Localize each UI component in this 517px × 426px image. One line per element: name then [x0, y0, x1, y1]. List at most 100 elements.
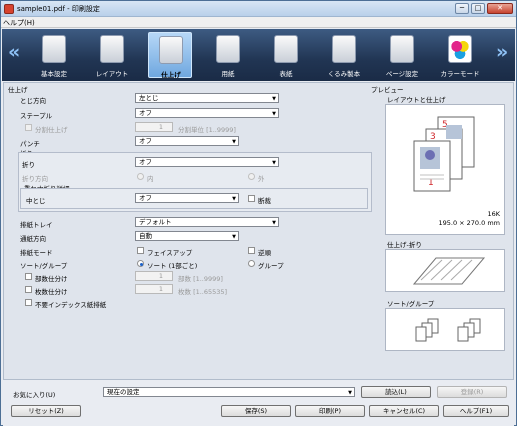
saddle-label: 中とじ: [26, 197, 46, 205]
preview-title: プレビュー: [371, 86, 404, 94]
menu-bar: ヘルプ(H): [1, 17, 516, 28]
faceup-checkbox[interactable]: [137, 247, 144, 254]
chevron-down-icon: ▼: [232, 139, 236, 145]
reverse-order-label: 逆順: [258, 249, 271, 257]
punch-select[interactable]: オフ ▼: [135, 136, 239, 146]
print-button[interactable]: 印刷(P): [295, 405, 365, 417]
register-button[interactable]: 登録(R): [437, 386, 507, 398]
cover-icon: [274, 35, 298, 63]
fold-out-radio[interactable]: [248, 173, 255, 180]
binding-select[interactable]: 左とじ ▼: [135, 93, 279, 103]
layout-preview: 5 3 1 16K 195.0 × 270.0 mm: [385, 104, 505, 235]
tab-page-setup[interactable]: ページ設定: [380, 32, 424, 78]
tab-perfect-binding[interactable]: くるみ製本: [322, 32, 366, 78]
flower-icon: [425, 150, 435, 160]
saddle-select[interactable]: オフ ▼: [135, 193, 239, 203]
fold-in-label: 内: [147, 175, 154, 183]
layout-icon: [100, 35, 124, 63]
feed-direction-label: 通紙方向: [20, 235, 46, 243]
paper-size: 16K: [487, 210, 500, 218]
save-button[interactable]: 保存(S): [221, 405, 291, 417]
sort-option-label: ソート (1部ごと): [147, 262, 198, 270]
chevron-down-icon: ▼: [272, 111, 276, 117]
split-stepper[interactable]: 1: [135, 122, 173, 132]
staple-select[interactable]: オフ ▼: [135, 108, 279, 118]
copies-stepper[interactable]: 1: [135, 271, 173, 281]
index-eject-label: 不要インデックス紙排紙: [35, 301, 107, 309]
tray-label: 排紙トレイ: [20, 221, 53, 229]
sheets-sort-checkbox[interactable]: [25, 286, 32, 293]
help-button[interactable]: ヘルプ(F1): [443, 405, 509, 417]
group-radio[interactable]: [248, 260, 255, 267]
trim-label: 断裁: [258, 197, 271, 205]
maximize-button[interactable]: □: [471, 3, 485, 14]
chevron-down-icon: ▼: [232, 234, 236, 240]
sort-radio[interactable]: [137, 260, 144, 267]
reverse-order-checkbox[interactable]: [248, 247, 255, 254]
pdf-app-icon: [4, 4, 14, 14]
scroll-left-icon[interactable]: «: [8, 41, 20, 63]
favorites-label: お気に入り(U): [13, 391, 56, 399]
output-mode-label: 排紙モード: [20, 249, 53, 257]
fold-in-radio[interactable]: [137, 173, 144, 180]
page-stack-illustration: 5 3 1: [413, 116, 475, 192]
copies-sort-checkbox[interactable]: [25, 273, 32, 280]
binding-label: とじ方向: [20, 97, 46, 105]
preview-layout-label: レイアウトと仕上げ: [387, 96, 446, 104]
scroll-right-icon[interactable]: »: [496, 41, 508, 63]
minimize-button[interactable]: ─: [455, 3, 469, 14]
fold-out-label: 外: [258, 175, 265, 183]
split-checkbox[interactable]: [25, 124, 32, 131]
paper-dimensions: 195.0 × 270.0 mm: [438, 219, 500, 227]
fold-select[interactable]: オフ ▼: [135, 157, 279, 167]
tray-select[interactable]: デフォルト ▼: [135, 217, 279, 227]
punch-label: パンチ: [20, 140, 40, 148]
tab-cover[interactable]: 表紙: [264, 32, 308, 78]
basic-settings-icon: [42, 35, 66, 63]
title-bar: sample01.pdf - 印刷設定 ─ □ ✕: [1, 1, 516, 17]
load-button[interactable]: 読込(L): [361, 386, 431, 398]
fold-preview: [385, 249, 505, 292]
footer: お気に入り(U) 現在の設定 ▼ 読込(L) 登録(R) リセット(Z) 保存(S…: [3, 382, 514, 426]
sheets-stepper[interactable]: 1: [135, 284, 173, 294]
sheets-unit: 枚数 [1..65535]: [178, 288, 228, 296]
color-mode-icon: [448, 35, 472, 63]
copies-sort-label: 部数仕分け: [35, 275, 68, 283]
split-label: 分割仕上げ: [35, 126, 68, 134]
fold-direction-label: 折り方向: [22, 175, 48, 183]
window-title: sample01.pdf - 印刷設定: [17, 5, 100, 13]
chevron-down-icon: ▼: [272, 220, 276, 226]
index-eject-checkbox[interactable]: [25, 299, 32, 306]
tab-basic[interactable]: 基本設定: [32, 32, 76, 78]
tab-color-mode[interactable]: カラーモード: [438, 32, 482, 78]
print-settings-window: sample01.pdf - 印刷設定 ─ □ ✕ ヘルプ(H) « 基本設定 …: [0, 0, 517, 426]
split-unit: 分割単位 [1..9999]: [178, 126, 236, 134]
feed-direction-select[interactable]: 自動 ▼: [135, 231, 239, 241]
trim-checkbox[interactable]: [248, 195, 255, 202]
page-number-3: 3: [430, 132, 436, 142]
preview-fold-label: 仕上げ-折り: [387, 241, 422, 249]
sort-preview: [385, 308, 505, 351]
tab-finishing[interactable]: 仕上げ: [148, 32, 192, 79]
chevron-down-icon: ▼: [272, 160, 276, 166]
menu-help[interactable]: ヘルプ(H): [3, 18, 35, 28]
fold-illustration: [412, 257, 486, 285]
chevron-down-icon: ▼: [232, 196, 236, 202]
staple-label: ステープル: [20, 112, 53, 120]
favorites-select[interactable]: 現在の設定 ▼: [103, 387, 355, 397]
tab-paper[interactable]: 用紙: [206, 32, 250, 78]
faceup-label: フェイスアップ: [147, 249, 193, 257]
cancel-button[interactable]: キャンセル(C): [369, 405, 439, 417]
sheets-sort-label: 枚数仕分け: [35, 288, 68, 296]
sort-label: ソート/グループ: [20, 262, 68, 270]
fold-label: 折り: [22, 161, 35, 169]
copies-unit: 部数 [1..9999]: [178, 275, 223, 283]
chevron-down-icon: ▼: [348, 390, 352, 396]
close-button[interactable]: ✕: [487, 3, 513, 14]
reset-button[interactable]: リセット(Z): [11, 405, 81, 417]
category-toolbar: « 基本設定 レイアウト 仕上げ 用紙 表紙 くるみ製本 ページ設定 カラーモー…: [2, 29, 515, 81]
preview-sort-label: ソート/グループ: [387, 300, 435, 308]
perfect-binding-icon: [332, 35, 356, 63]
group-option-label: グループ: [258, 262, 284, 270]
tab-layout[interactable]: レイアウト: [90, 32, 134, 78]
